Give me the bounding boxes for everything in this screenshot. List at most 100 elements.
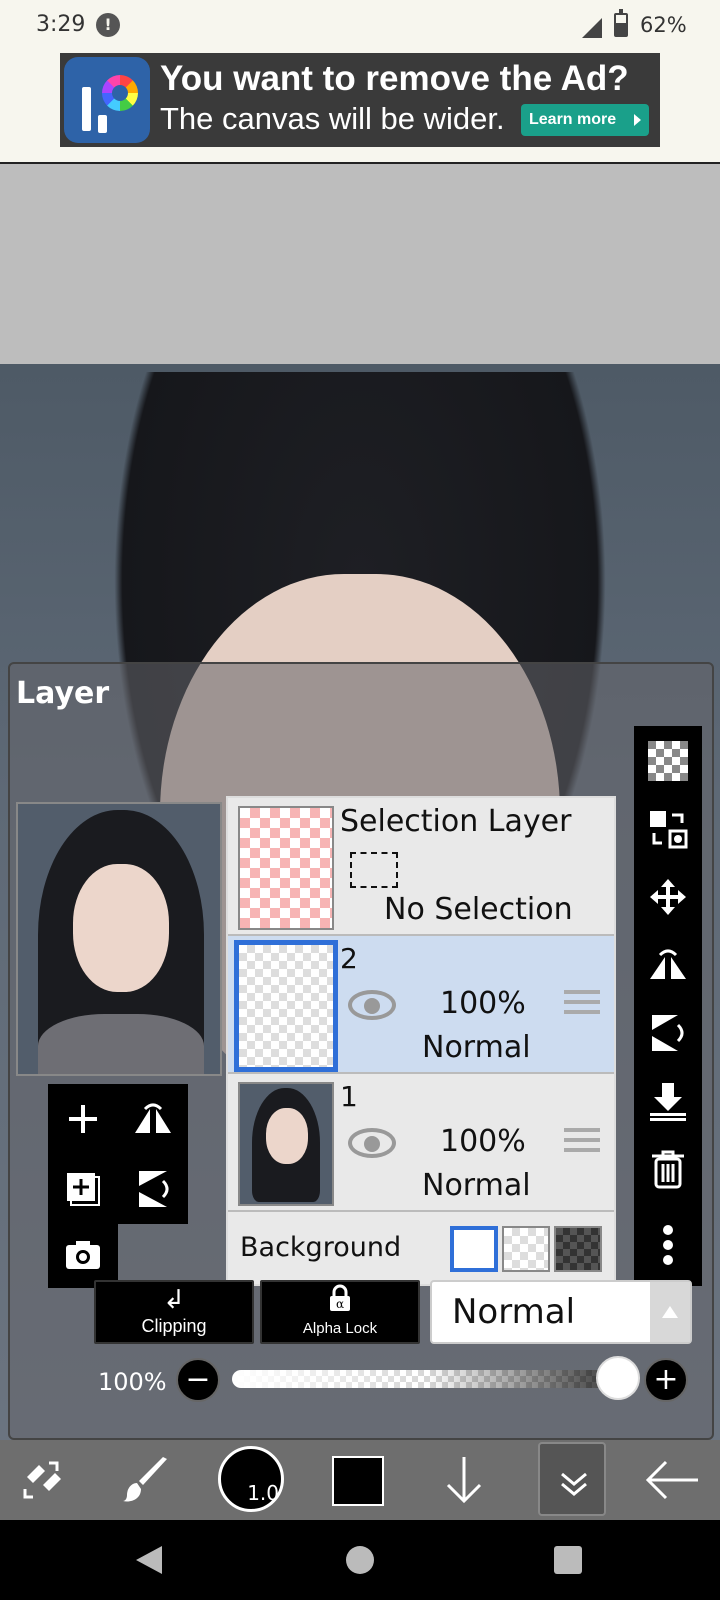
background-white-swatch[interactable] <box>450 1226 498 1272</box>
nav-recent-apps-icon[interactable] <box>554 1546 582 1574</box>
status-time: 3:29 <box>36 12 86 37</box>
camera-button[interactable] <box>48 1222 118 1288</box>
battery-icon <box>614 9 628 37</box>
layer-name: Selection Layer <box>340 804 572 839</box>
battery-percentage: 62% <box>640 13 687 37</box>
plus-icon <box>69 1105 97 1133</box>
flip-vertical-icon <box>139 1171 169 1207</box>
right-tool-group <box>634 726 702 1286</box>
camera-tool-group <box>48 1222 118 1288</box>
collapse-panel-button[interactable] <box>538 1442 606 1516</box>
merge-down-button[interactable] <box>634 1070 702 1132</box>
opacity-row: 100% − + <box>10 1356 716 1416</box>
opacity-increase-button[interactable]: + <box>644 1358 688 1402</box>
add-layer-icon <box>67 1173 100 1206</box>
chevron-up-icon <box>650 1282 690 1342</box>
transform-tool-button[interactable] <box>10 1440 74 1520</box>
opacity-slider[interactable] <box>232 1370 624 1388</box>
color-swatch-button[interactable] <box>332 1456 384 1506</box>
double-chevron-down-icon <box>561 1472 587 1496</box>
background-row: Background <box>228 1212 614 1284</box>
brush-size-value: 1.0 <box>247 1481 279 1505</box>
layer-row-2[interactable]: 2 100% Normal <box>228 936 614 1074</box>
transform-button[interactable] <box>634 798 702 860</box>
layer-name: 1 <box>340 1080 358 1113</box>
learn-more-button[interactable]: Learn more <box>521 104 649 136</box>
bottom-toolbar: 1.0 <box>0 1440 720 1520</box>
transform-icon <box>650 811 688 849</box>
arrow-down-icon <box>446 1457 482 1504</box>
layer-thumbnail <box>238 1082 334 1206</box>
checkerboard-icon <box>648 741 688 781</box>
back-arrow-button[interactable] <box>636 1440 708 1520</box>
selection-layer-thumbnail <box>238 806 334 930</box>
panel-title: Layer <box>16 676 110 711</box>
selection-status: No Selection <box>384 892 573 927</box>
layer-list: Selection Layer No Selection 2 100% Norm… <box>226 796 616 1286</box>
move-icon <box>650 879 686 915</box>
drag-handle-icon[interactable] <box>564 1128 600 1156</box>
svg-text:α: α <box>336 1297 344 1311</box>
layer-bottom-controls: ↲ Clipping α Alpha Lock Normal <box>94 1280 708 1350</box>
brush-size-button[interactable]: 1.0 <box>218 1446 284 1512</box>
ad-subtitle: The canvas will be wider. <box>160 101 505 136</box>
ad-title: You want to remove the Ad? <box>160 59 629 98</box>
visibility-eye-icon[interactable] <box>348 990 396 1020</box>
checkerboard-button[interactable] <box>634 730 702 792</box>
flip-horizontal-icon <box>650 949 686 979</box>
brush-icon <box>123 1457 167 1502</box>
flip-layer-horizontal-button[interactable] <box>118 1084 188 1154</box>
move-button[interactable] <box>634 866 702 928</box>
clipping-button[interactable]: ↲ Clipping <box>94 1280 254 1344</box>
arrow-left-icon <box>645 1460 698 1500</box>
nav-back-icon[interactable] <box>136 1546 162 1574</box>
selection-layer-row[interactable]: Selection Layer No Selection <box>228 798 614 936</box>
add-new-layer-button[interactable] <box>48 1154 118 1224</box>
status-bar: 3:29 ! 62% <box>0 0 720 52</box>
background-label: Background <box>240 1232 402 1263</box>
flip-horizontal-button[interactable] <box>634 934 702 996</box>
trash-icon <box>652 1150 684 1189</box>
clipping-arrow-icon: ↲ <box>163 1285 185 1315</box>
flip-vertical-icon <box>652 1015 684 1051</box>
add-layer-button[interactable] <box>48 1084 118 1154</box>
layer-thumbnail <box>234 940 338 1072</box>
notification-alert-icon: ! <box>96 13 120 37</box>
blend-mode-select[interactable]: Normal <box>430 1280 692 1344</box>
nav-home-icon[interactable] <box>346 1546 374 1574</box>
more-options-button[interactable] <box>634 1214 702 1276</box>
layer-blend-mode: Normal <box>422 1168 531 1203</box>
eraser-transform-icon <box>23 1461 61 1499</box>
background-dark-swatch[interactable] <box>554 1226 602 1272</box>
arrow-right-icon <box>634 114 641 126</box>
opacity-slider-thumb[interactable] <box>596 1356 640 1400</box>
layer-blend-mode: Normal <box>422 1030 531 1065</box>
layer-opacity: 100% <box>440 1124 526 1159</box>
arrow-down-button[interactable] <box>430 1440 498 1520</box>
clipping-label: Clipping <box>141 1316 207 1336</box>
layer-name: 2 <box>340 942 358 975</box>
ibis-paint-logo-icon <box>64 57 150 143</box>
left-tool-group <box>48 1084 188 1224</box>
signal-icon <box>582 18 602 38</box>
background-transparent-swatch[interactable] <box>502 1226 550 1272</box>
blend-mode-value: Normal <box>452 1292 576 1332</box>
delete-layer-button[interactable] <box>634 1138 702 1200</box>
visibility-eye-icon[interactable] <box>348 1128 396 1158</box>
system-nav-bar <box>0 1520 720 1600</box>
alpha-lock-button[interactable]: α Alpha Lock <box>260 1280 420 1344</box>
opacity-decrease-button[interactable]: − <box>176 1358 220 1402</box>
ad-banner[interactable]: You want to remove the Ad? The canvas wi… <box>60 53 660 147</box>
merge-down-icon <box>650 1083 686 1121</box>
more-icon <box>663 1225 673 1265</box>
flip-horizontal-icon <box>135 1103 171 1133</box>
layer-row-1[interactable]: 1 100% Normal <box>228 1074 614 1212</box>
flip-layer-vertical-button[interactable] <box>118 1154 188 1224</box>
layer-opacity: 100% <box>440 986 526 1021</box>
ad-area: You want to remove the Ad? The canvas wi… <box>0 52 720 164</box>
opacity-value: 100% <box>98 1368 167 1396</box>
brush-tool-button[interactable] <box>114 1440 178 1520</box>
flip-vertical-button[interactable] <box>634 1002 702 1064</box>
layer-preview-thumbnail[interactable] <box>16 802 222 1076</box>
drag-handle-icon[interactable] <box>564 990 600 1018</box>
